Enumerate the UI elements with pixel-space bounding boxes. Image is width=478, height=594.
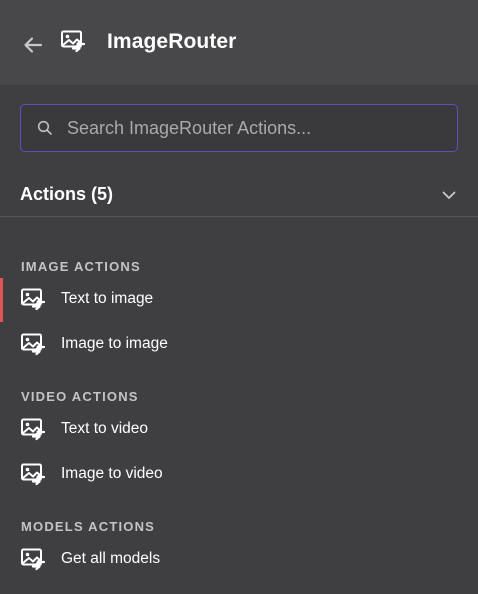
image-router-icon [60,29,86,55]
section-label-image-actions: IMAGE ACTIONS [21,259,141,274]
image-router-icon [20,462,46,488]
back-button[interactable] [20,32,46,58]
top-header: ImageRouter [0,0,478,85]
action-item-label: Text to video [61,420,149,437]
action-item-text-to-video[interactable]: Text to video [0,408,478,452]
section-label-video-actions: VIDEO ACTIONS [21,389,139,404]
action-item-image-to-video[interactable]: Image to video [0,453,478,497]
image-router-icon [20,332,46,358]
image-router-icon [20,547,46,573]
search-box[interactable] [20,104,458,152]
chevron-down-icon [442,191,456,199]
action-item-get-all-models[interactable]: Get all models [0,538,478,582]
action-item-label: Get all models [61,550,161,567]
divider [0,216,478,217]
actions-collapse-toggle[interactable]: Actions (5) [0,172,478,216]
section-label-models-actions: MODELS ACTIONS [21,519,156,534]
page-title: ImageRouter [107,30,237,53]
action-item-image-to-image[interactable]: Image to image [0,323,478,367]
image-router-icon [20,287,46,313]
search-icon [37,120,52,135]
action-item-text-to-image[interactable]: Text to image [0,278,478,322]
search-input[interactable] [67,105,447,151]
actions-title: Actions (5) [20,184,114,204]
arrow-left-icon [24,37,43,53]
action-item-label: Image to image [61,335,168,352]
image-router-icon [20,417,46,443]
action-item-label: Text to image [61,290,154,307]
action-item-label: Image to video [61,465,163,482]
